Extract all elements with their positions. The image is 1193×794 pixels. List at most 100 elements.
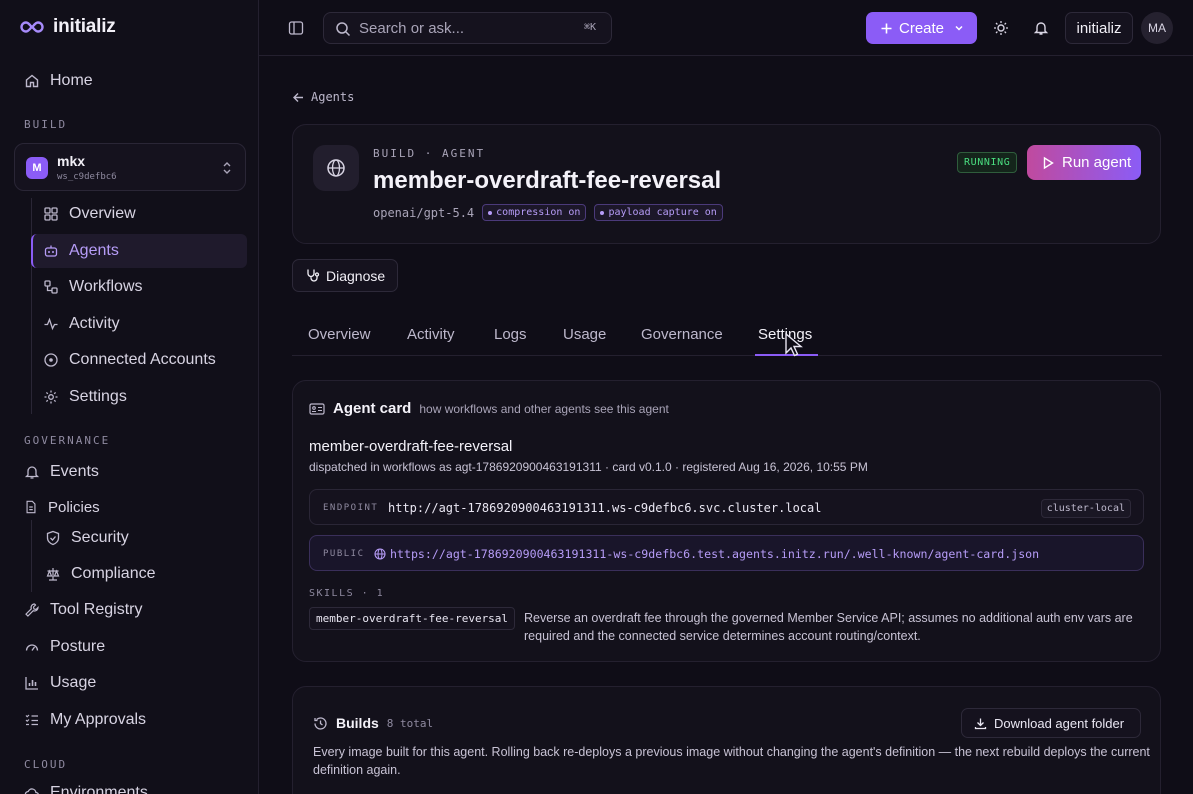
sidebar-item-overview[interactable]: Overview [43, 197, 136, 231]
pill-dot [488, 210, 493, 215]
stethoscope-icon [307, 269, 320, 282]
globe-icon [374, 548, 386, 560]
sidebar-item-label: Overview [69, 205, 136, 222]
tab-overview[interactable]: Overview [308, 326, 371, 343]
public-endpoint-link[interactable]: https://agt-1786920900463191311-ws-c9def… [390, 547, 1039, 561]
endpoint-label: ENDPOINT [323, 503, 379, 513]
builds-count: 8 total [386, 716, 434, 730]
plus-icon [881, 23, 892, 33]
search-input[interactable]: Search or ask... ⌘K [323, 12, 612, 44]
section-label-governance: GOVERNANCE [24, 434, 111, 447]
agent-card-description: dispatched in workflows as agt-178692090… [309, 460, 868, 474]
workspace-avatar: M [26, 157, 48, 179]
agent-avatar [313, 145, 359, 191]
gauge-icon [25, 644, 39, 651]
agent-name: member-overdraft-fee-reversal [373, 167, 722, 194]
agent-eyebrow: BUILD · AGENT [373, 147, 486, 160]
sidebar-item-workflows[interactable]: Workflows [43, 270, 143, 304]
home-icon [25, 74, 39, 88]
sidebar-item-label: Connected Accounts [69, 351, 216, 368]
notifications-bell-icon[interactable] [1033, 20, 1049, 36]
mouse-cursor-icon [785, 332, 803, 357]
sidebar-item-label: Home [50, 72, 93, 89]
chevron-updown-icon [223, 162, 231, 174]
sidebar-item-events[interactable]: Events [24, 455, 99, 489]
agent-card-title: Agent card [333, 400, 412, 417]
user-avatar[interactable]: MA [1141, 12, 1173, 44]
arrow-left-icon [293, 92, 303, 102]
search-icon [336, 22, 351, 37]
back-to-agents-link[interactable]: Agents [292, 90, 354, 104]
agent-tabs: Overview Activity Logs Usage Governance … [292, 316, 1162, 356]
logo[interactable]: initializ [20, 16, 116, 38]
gear-icon [44, 390, 58, 404]
tab-logs[interactable]: Logs [494, 326, 527, 343]
create-button[interactable]: Create [866, 12, 977, 44]
sidebar-item-label: Compliance [71, 565, 156, 582]
sidebar-toggle-icon[interactable] [288, 20, 304, 36]
diagnose-button[interactable]: Diagnose [292, 259, 398, 292]
agent-card-heading: Agent card how workflows and other agent… [309, 400, 669, 417]
agent-meta: openai/gpt-5.4 compression on payload ca… [373, 204, 723, 221]
endpoint-tag: cluster-local [1040, 499, 1131, 518]
sidebar-item-usage[interactable]: Usage [24, 666, 96, 700]
sidebar-item-label: Settings [69, 388, 127, 405]
builds-title: Builds [336, 715, 379, 731]
tab-activity[interactable]: Activity [407, 326, 455, 343]
run-agent-button[interactable]: Run agent [1027, 145, 1141, 180]
status-badge: RUNNING [957, 152, 1018, 173]
search-placeholder: Search or ask... [359, 20, 465, 37]
tab-governance[interactable]: Governance [641, 326, 723, 343]
sidebar-item-tool-registry[interactable]: Tool Registry [24, 593, 142, 627]
section-label-cloud: CLOUD [24, 758, 68, 771]
history-icon [314, 716, 327, 730]
agent-model: openai/gpt-5.4 [373, 205, 475, 220]
sidebar-item-label: Activity [69, 315, 120, 332]
builds-panel: Builds 8 total Download agent folder Eve… [292, 686, 1161, 794]
payload-capture-pill: payload capture on [594, 204, 723, 221]
org-switcher-button[interactable]: initializ [1065, 12, 1133, 44]
sidebar-item-policies[interactable]: Policies [24, 490, 100, 524]
sidebar-item-my-approvals[interactable]: My Approvals [24, 703, 146, 737]
public-endpoint-row: PUBLIC https://agt-1786920900463191311-w… [309, 535, 1144, 571]
section-label-build: BUILD [24, 118, 68, 131]
file-icon [26, 500, 36, 514]
sidebar-item-settings[interactable]: Settings [43, 380, 127, 414]
endpoint-row: ENDPOINT http://agt-1786920900463191311.… [309, 489, 1144, 525]
download-icon [974, 718, 987, 729]
skill-description: Reverse an overdraft fee through the gov… [524, 611, 1133, 643]
shield-icon [46, 530, 60, 546]
plug-icon [44, 353, 58, 367]
workflow-icon [44, 280, 58, 294]
tab-usage[interactable]: Usage [563, 326, 606, 343]
agent-card-panel: Agent card how workflows and other agent… [292, 380, 1161, 662]
builds-description: Every image built for this agent. Rollin… [313, 745, 1150, 777]
id-card-icon [309, 402, 325, 415]
sidebar-item-home[interactable]: Home [24, 64, 93, 98]
sidebar-item-label: Environments [50, 784, 148, 794]
download-agent-folder-button[interactable]: Download agent folder [961, 708, 1141, 738]
download-label: Download agent folder [994, 715, 1125, 731]
sidebar-item-environments[interactable]: Environments [24, 776, 148, 794]
workspace-switcher[interactable]: M mkx ws_c9defbc6 [14, 143, 246, 191]
bot-icon [44, 245, 58, 257]
infinity-logo-icon [20, 21, 44, 33]
sidebar-item-activity[interactable]: Activity [43, 307, 120, 341]
agent-card-subtitle: how workflows and other agents see this … [419, 402, 669, 416]
theme-toggle-icon[interactable] [993, 20, 1009, 36]
sidebar-item-label: Workflows [69, 278, 143, 295]
sidebar-item-label: My Approvals [50, 711, 147, 728]
run-agent-label: Run agent [1062, 154, 1132, 171]
agent-card-name: member-overdraft-fee-reversal [309, 438, 513, 455]
sidebar: initializ Home BUILD M mkx ws_c9defbc6 O… [0, 0, 259, 794]
sidebar-item-compliance[interactable]: Compliance [45, 557, 155, 591]
endpoint-value[interactable]: http://agt-1786920900463191311.ws-c9defb… [388, 501, 821, 515]
sidebar-item-connected-accounts[interactable]: Connected Accounts [43, 343, 216, 377]
sidebar-item-agents[interactable]: Agents [43, 234, 119, 268]
sidebar-item-label: Agents [69, 242, 119, 259]
sidebar-item-label: Tool Registry [50, 601, 143, 618]
agent-header-card: BUILD · AGENT member-overdraft-fee-rever… [292, 124, 1161, 244]
sidebar-item-posture[interactable]: Posture [24, 630, 105, 664]
sidebar-item-security[interactable]: Security [45, 521, 129, 555]
play-icon [1043, 156, 1054, 169]
